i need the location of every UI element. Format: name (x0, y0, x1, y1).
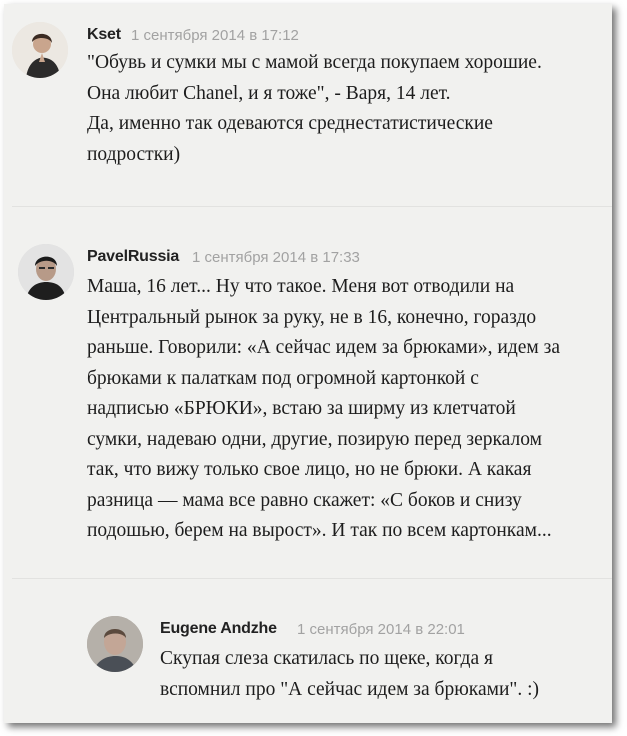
comment-line: подростки) (87, 143, 181, 165)
avatar[interactable] (18, 244, 74, 300)
comment-line: сумки, надеваю одни, другие, позирую пер… (87, 428, 542, 450)
comment-text: Скупая слеза скатилась по щеке, когда я … (160, 644, 539, 705)
comment-line: Скупая слеза скатилась по щеке, когда я (160, 648, 493, 669)
comment-line: Да, именно так одеваются среднестатистич… (87, 113, 493, 134)
comment-author[interactable]: Eugene Andzhe (160, 620, 277, 638)
avatar[interactable] (12, 22, 68, 78)
comment-line: подошью, берем на вырост». И так по всем… (87, 520, 552, 541)
divider (12, 206, 612, 207)
comment-date[interactable]: 1 сентября 2014 в 22:01 (297, 621, 465, 638)
comment-line: надписью «БРЮКИ», встаю за ширму из клет… (87, 398, 516, 419)
comment-text: Маша, 16 лет... Ну что такое. Меня вот о… (87, 272, 560, 547)
comment-date[interactable]: 1 сентября 2014 в 17:12 (131, 27, 299, 44)
comment-line: вспомнил про "А сейчас идем за брюками".… (160, 678, 540, 700)
comment-line: Центральный рынок за руку, не в 16, коне… (87, 306, 537, 328)
comment-line: так, что вижу только свое лицо, но не бр… (87, 459, 532, 480)
divider (12, 578, 612, 579)
comment-line: Маша, 16 лет... Ну что такое. Меня вот о… (87, 276, 515, 297)
comment-author[interactable]: PavelRussia (87, 248, 179, 266)
comment-text: "Обувь и сумки мы с мамой всегда покупае… (87, 48, 542, 170)
comment-line: "Обувь и сумки мы с мамой всегда покупае… (87, 52, 542, 73)
comment-author[interactable]: Kset (87, 26, 121, 44)
comment-line: разница — мама все равно скажет: «С боко… (87, 489, 522, 511)
avatar[interactable] (87, 616, 143, 672)
comment-date[interactable]: 1 сентября 2014 в 17:33 (192, 249, 360, 266)
comment-line: брюками к палаткам под огромной картонко… (87, 367, 479, 389)
comments-panel: Kset 1 сентября 2014 в 17:12 "Обувь и су… (4, 4, 612, 723)
comment-line: Она любит Chanel, и я тоже", - Варя, 14 … (87, 82, 451, 104)
comment-line: раньше. Говорили: «А сейчас идем за брюк… (87, 337, 561, 358)
